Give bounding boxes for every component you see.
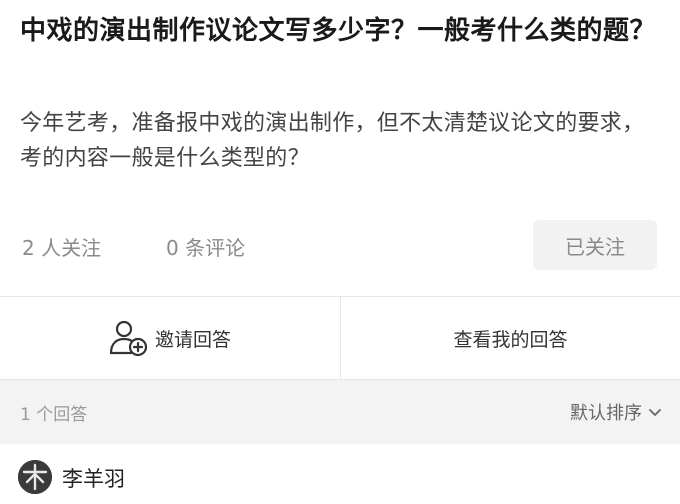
avatar-image [18, 460, 52, 494]
question-meta-row: 2 人关注 0 条评论 已关注 [0, 220, 680, 272]
answer-count: 1 个回答 [20, 405, 88, 425]
sort-label: 默认排序 [570, 403, 642, 424]
view-my-answer-label: 查看我的回答 [453, 328, 568, 351]
question-title: 中戏的演出制作议论文写多少字？一般考什么类的题？ [20, 16, 657, 46]
action-bar: 邀请回答 查看我的回答 [0, 297, 680, 379]
view-my-answer-button[interactable]: 查看我的回答 [341, 297, 680, 379]
sort-dropdown[interactable]: 默认排序 [570, 399, 662, 425]
invite-answer-label: 邀请回答 [154, 328, 231, 351]
author-name[interactable]: 李羊羽 [62, 463, 125, 493]
follower-count[interactable]: 2 人关注 [22, 232, 101, 261]
avatar[interactable] [18, 460, 52, 494]
chevron-down-icon [649, 409, 661, 416]
invite-answer-button[interactable]: 邀请回答 [0, 297, 340, 379]
add-user-icon [109, 320, 148, 357]
answer-author-row[interactable]: 李羊羽 [0, 445, 680, 504]
comment-count[interactable]: 0 条评论 [166, 232, 245, 261]
follow-button[interactable]: 已关注 [533, 220, 657, 270]
answers-sort-bar: 1 个回答 默认排序 [0, 380, 680, 444]
question-description: 今年艺考，准备报中戏的演出制作，但不太清楚议论文的要求，考的内容一般是什么类型的… [20, 111, 645, 171]
question-header: 中戏的演出制作议论文写多少字？一般考什么类的题？ [20, 12, 662, 50]
